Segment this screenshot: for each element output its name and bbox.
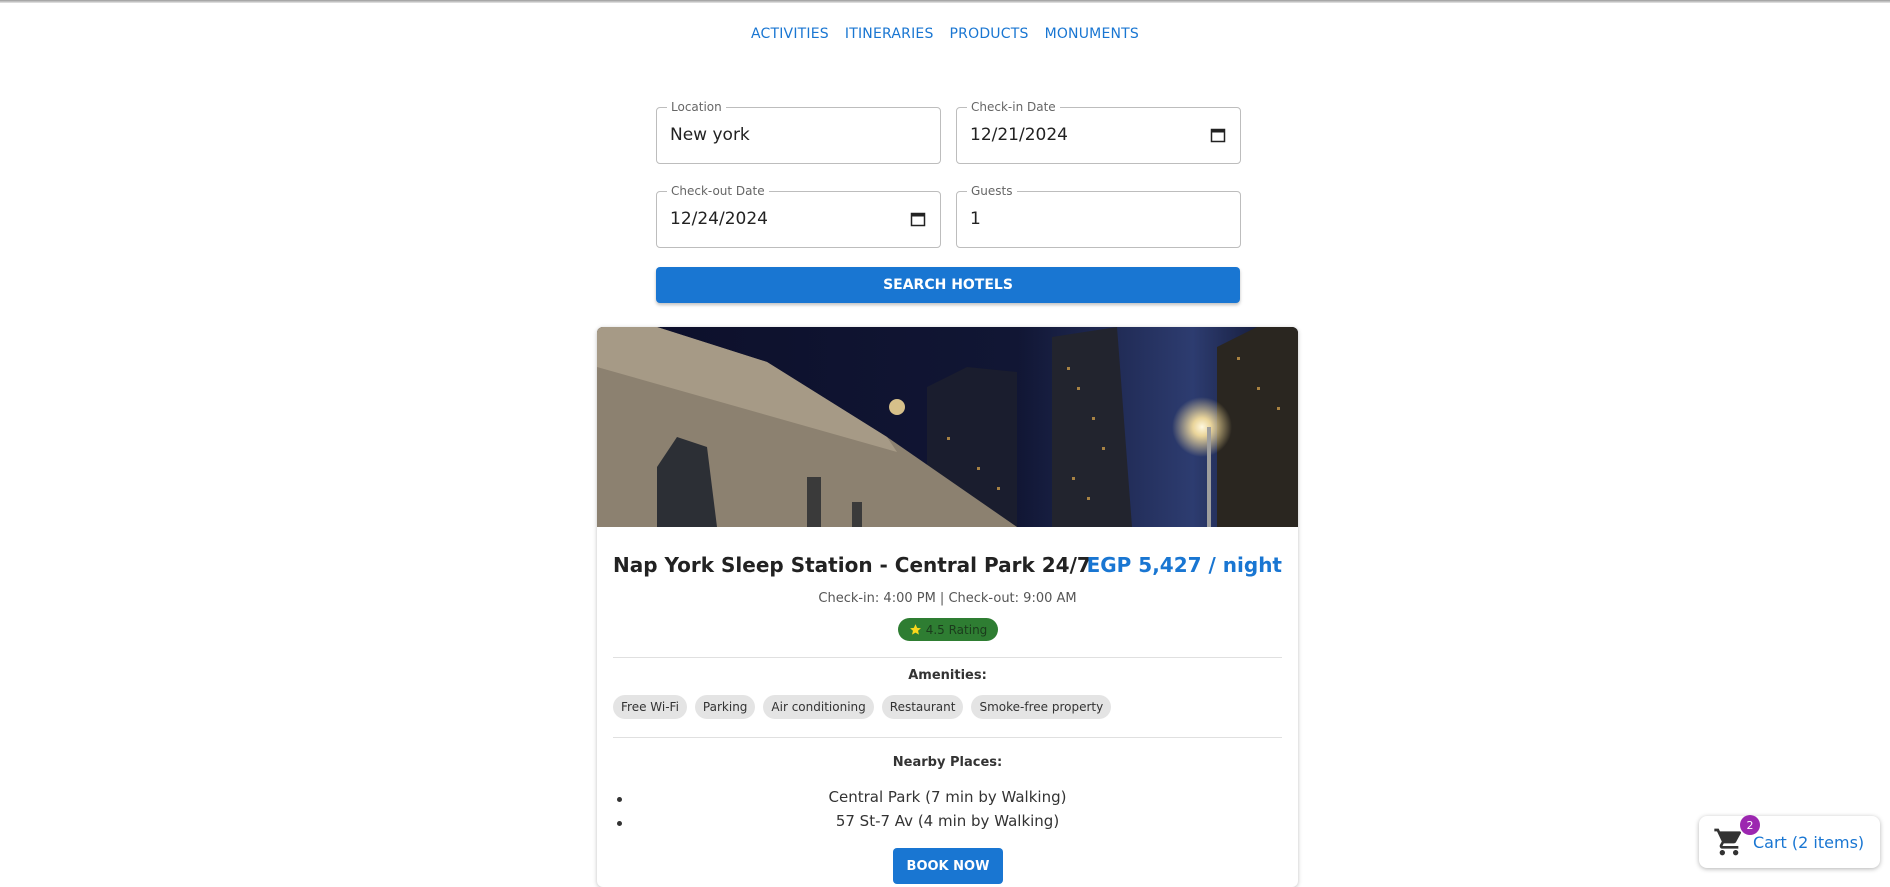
hotel-price: EGP 5,427 / night — [1086, 553, 1282, 577]
book-now-button[interactable]: BOOK NOW — [893, 848, 1003, 884]
nav-activities[interactable]: ACTIVITIES — [751, 26, 829, 42]
checkin-value: 12/21/2024 — [970, 125, 1068, 145]
hotel-image — [597, 327, 1298, 527]
nearby-place: 57 St-7 Av (4 min by Walking) — [835, 812, 1060, 830]
checkout-value: 12/24/2024 — [670, 209, 768, 229]
top-nav: ACTIVITIES ITINERARIES PRODUCTS MONUMENT… — [0, 26, 1890, 42]
amenity-chip: Free Wi-Fi — [613, 695, 687, 719]
checkout-label: Check-out Date — [667, 184, 769, 198]
list-item: 57 St-7 Av (4 min by Walking) — [597, 812, 1298, 836]
amenity-chip: Smoke-free property — [971, 695, 1112, 719]
nearby-list: Central Park (7 min by Walking) 57 St-7 … — [597, 788, 1298, 836]
amenity-chip: Restaurant — [881, 695, 964, 719]
checkin-field[interactable]: Check-in Date 12/21/2024 — [956, 100, 1241, 164]
hotel-card: Nap York Sleep Station - Central Park 24… — [597, 327, 1298, 887]
location-label: Location — [667, 100, 726, 114]
hotel-name: Nap York Sleep Station - Central Park 24… — [613, 553, 1091, 577]
cart-button[interactable]: 2 Cart (2 items) — [1699, 815, 1880, 868]
amenities-list: Free Wi-Fi Parking Air conditioning Rest… — [613, 695, 1112, 719]
amenity-chip: Parking — [694, 695, 756, 719]
checkin-checkout-times: Check-in: 4:00 PM | Check-out: 9:00 AM — [818, 591, 1077, 606]
calendar-icon[interactable] — [910, 211, 926, 227]
rating-label: 4.5 Rating — [925, 622, 988, 637]
search-hotels-button[interactable]: SEARCH HOTELS — [656, 267, 1240, 303]
guests-value: 1 — [970, 209, 981, 229]
checkin-label: Check-in Date — [967, 100, 1060, 114]
list-item: Central Park (7 min by Walking) — [597, 788, 1298, 812]
bullet — [617, 821, 622, 826]
calendar-icon[interactable] — [1210, 127, 1226, 143]
checkout-field[interactable]: Check-out Date 12/24/2024 — [656, 184, 941, 248]
cart-label: Cart (2 items) — [1753, 832, 1865, 852]
nav-monuments[interactable]: MONUMENTS — [1045, 26, 1139, 42]
cart-icon — [1714, 828, 1742, 856]
divider — [613, 737, 1282, 738]
cart-count-badge: 2 — [1740, 815, 1760, 835]
amenity-chip: Air conditioning — [763, 695, 874, 719]
guests-field[interactable]: Guests 1 — [956, 184, 1241, 248]
amenities-title: Amenities: — [908, 668, 987, 683]
nearby-place: Central Park (7 min by Walking) — [828, 788, 1067, 806]
top-shadow — [0, 0, 1890, 3]
rating-badge: 4.5 Rating — [898, 618, 998, 641]
nearby-title: Nearby Places: — [892, 755, 1003, 770]
star-icon — [909, 624, 921, 635]
guests-label: Guests — [967, 184, 1017, 198]
location-value: New york — [670, 125, 750, 145]
divider — [613, 657, 1282, 658]
location-field[interactable]: Location New york — [656, 100, 941, 164]
bullet — [617, 797, 622, 802]
nav-itineraries[interactable]: ITINERARIES — [845, 26, 934, 42]
nav-products[interactable]: PRODUCTS — [950, 26, 1029, 42]
